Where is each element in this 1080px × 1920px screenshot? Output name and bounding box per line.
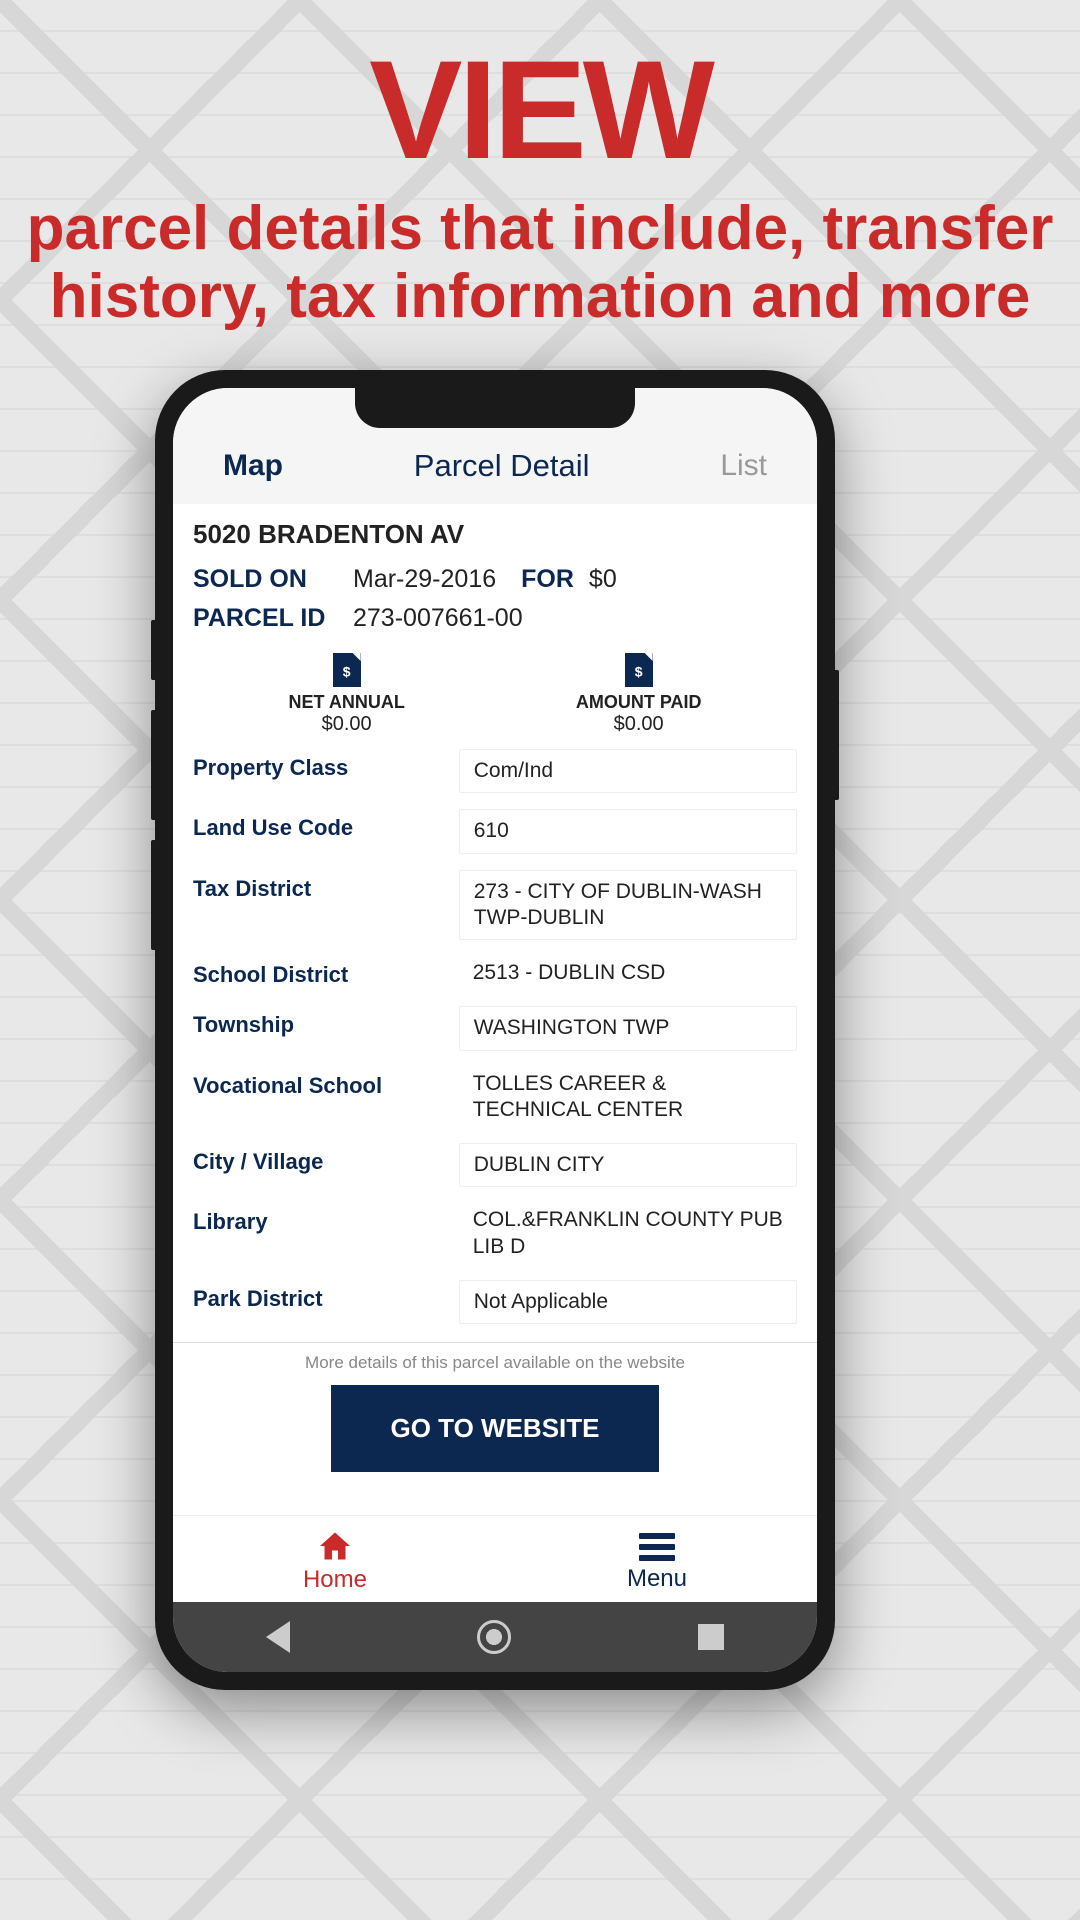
go-to-website-button[interactable]: GO TO WEBSITE	[331, 1385, 660, 1472]
detail-label: School District	[193, 956, 459, 988]
net-annual-label: NET ANNUAL	[289, 692, 405, 713]
detail-value: DUBLIN CITY	[459, 1143, 797, 1187]
amount-paid-label: AMOUNT PAID	[576, 692, 702, 713]
nav-menu-label: Menu	[627, 1565, 687, 1593]
detail-label: Township	[193, 1006, 459, 1038]
more-details-text: More details of this parcel available on…	[173, 1342, 817, 1373]
amount-paid-col[interactable]: AMOUNT PAID $0.00	[576, 653, 702, 736]
phone-frame: Map Parcel Detail List 5020 BRADENTON AV…	[155, 370, 835, 1690]
detail-row: Vocational SchoolTOLLES CAREER & TECHNIC…	[173, 1059, 817, 1136]
nav-home-label: Home	[303, 1566, 367, 1594]
amount-paid-value: $0.00	[576, 713, 702, 736]
detail-label: Vocational School	[193, 1067, 459, 1099]
detail-value: WASHINGTON TWP	[459, 1006, 797, 1050]
detail-value: 2513 - DUBLIN CSD	[459, 956, 797, 990]
detail-label: Property Class	[193, 749, 459, 781]
menu-icon	[639, 1533, 675, 1561]
detail-row: School District2513 - DUBLIN CSD	[173, 948, 817, 998]
detail-row: Property ClassCom/Ind	[173, 741, 817, 801]
document-dollar-icon	[333, 653, 361, 687]
detail-value: 610	[459, 809, 797, 853]
home-icon	[317, 1528, 353, 1564]
detail-label: Tax District	[193, 870, 459, 902]
nav-home[interactable]: Home	[303, 1528, 367, 1594]
detail-value: Not Applicable	[459, 1280, 797, 1324]
phone-notch	[355, 388, 635, 428]
sold-date: Mar-29-2016	[353, 565, 496, 594]
android-back-icon[interactable]	[266, 1621, 290, 1653]
sold-price: $0	[589, 565, 617, 594]
detail-value: COL.&FRANKLIN COUNTY PUB LIB D	[459, 1203, 797, 1264]
detail-label: Library	[193, 1203, 459, 1235]
detail-value: 273 - CITY OF DUBLIN-WASH TWP-DUBLIN	[459, 870, 797, 941]
tab-parcel-detail[interactable]: Parcel Detail	[414, 448, 590, 484]
detail-value: Com/Ind	[459, 749, 797, 793]
detail-label: Park District	[193, 1280, 459, 1312]
tab-list[interactable]: List	[720, 449, 767, 483]
sold-for-label: FOR	[521, 565, 574, 594]
detail-label: Land Use Code	[193, 809, 459, 841]
detail-label: City / Village	[193, 1143, 459, 1175]
android-home-icon[interactable]	[477, 1620, 511, 1654]
bottom-nav: Home Menu	[173, 1515, 817, 1602]
net-annual-col[interactable]: NET ANNUAL $0.00	[289, 653, 405, 736]
detail-row: TownshipWASHINGTON TWP	[173, 998, 817, 1058]
android-recent-icon[interactable]	[698, 1624, 724, 1650]
document-dollar-icon	[625, 653, 653, 687]
app-screen: Map Parcel Detail List 5020 BRADENTON AV…	[173, 388, 817, 1672]
sold-row: SOLD ON Mar-29-2016 FOR $0	[173, 560, 817, 599]
parcel-id-row: PARCEL ID 273-007661-00	[173, 599, 817, 638]
promo-header: VIEW parcel details that include, transf…	[0, 0, 1080, 331]
details-list: Property ClassCom/IndLand Use Code610Tax…	[173, 741, 817, 1332]
tax-summary: NET ANNUAL $0.00 AMOUNT PAID $0.00	[173, 638, 817, 741]
promo-title: VIEW	[0, 40, 1080, 180]
detail-value: TOLLES CAREER & TECHNICAL CENTER	[459, 1067, 797, 1128]
detail-row: City / VillageDUBLIN CITY	[173, 1135, 817, 1195]
parcel-address: 5020 BRADENTON AV	[173, 504, 817, 560]
parcel-id-label: PARCEL ID	[193, 604, 353, 633]
detail-row: LibraryCOL.&FRANKLIN COUNTY PUB LIB D	[173, 1195, 817, 1272]
tab-map[interactable]: Map	[223, 449, 283, 483]
content-area: 5020 BRADENTON AV SOLD ON Mar-29-2016 FO…	[173, 504, 817, 1515]
nav-menu[interactable]: Menu	[627, 1529, 687, 1593]
promo-subtitle: parcel details that include, transfer hi…	[0, 195, 1080, 331]
parcel-id: 273-007661-00	[353, 604, 523, 633]
net-annual-value: $0.00	[289, 713, 405, 736]
sold-label: SOLD ON	[193, 565, 353, 594]
detail-row: Tax District273 - CITY OF DUBLIN-WASH TW…	[173, 862, 817, 949]
android-nav-bar	[173, 1602, 817, 1672]
detail-row: Park DistrictNot Applicable	[173, 1272, 817, 1332]
detail-row: Land Use Code610	[173, 801, 817, 861]
